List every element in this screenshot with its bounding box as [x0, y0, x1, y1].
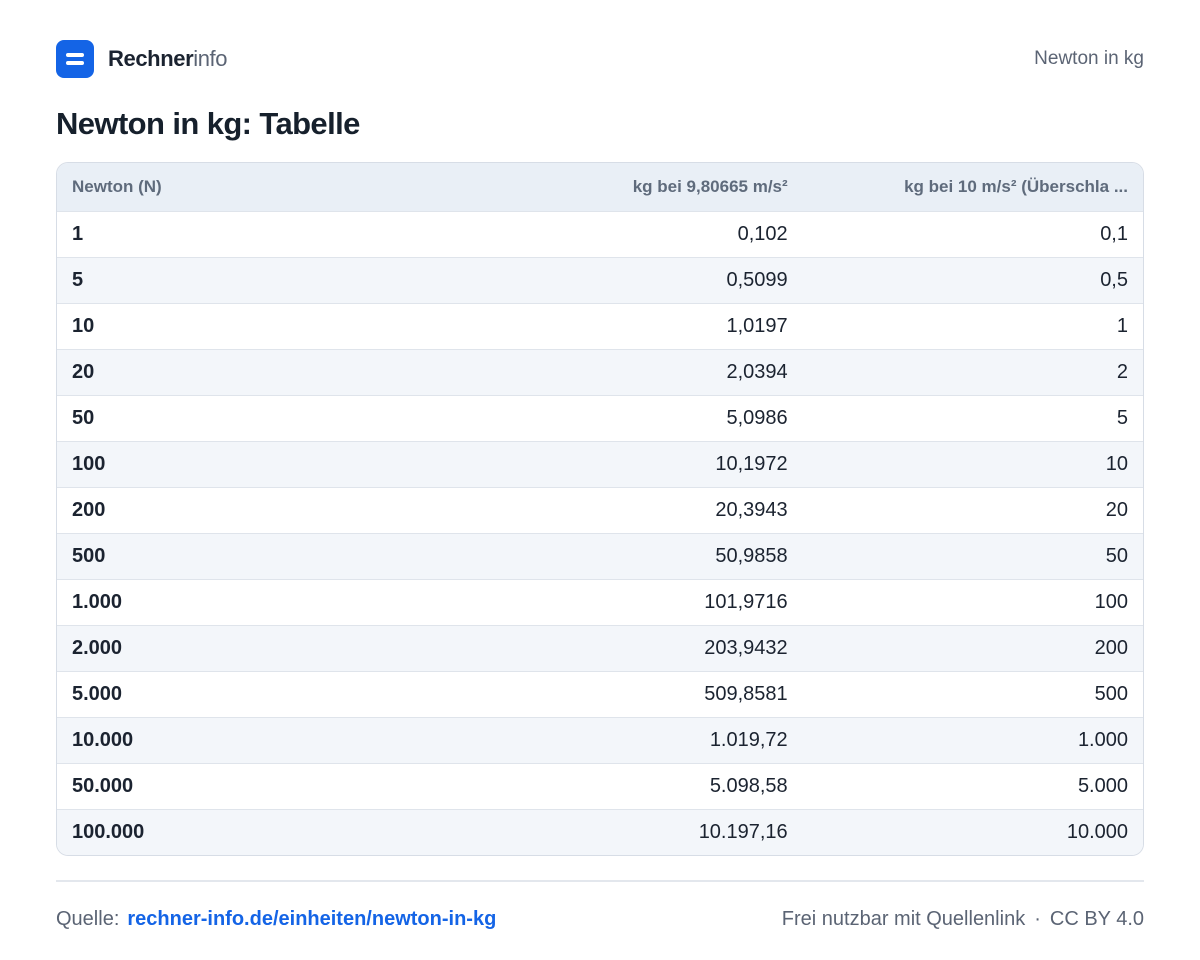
- table-row: 50 5,0986 5: [57, 395, 1143, 441]
- table-row: 100 10,1972 10: [57, 441, 1143, 487]
- footer: Quelle: rechner-info.de/einheiten/newton-…: [56, 900, 1144, 938]
- cell-kg-approx: 0,5: [1100, 268, 1128, 291]
- table-row: 10 1,0197 1: [57, 303, 1143, 349]
- column-header-kg-approx: kg bei 10 m/s² (Überschla ...: [904, 176, 1128, 196]
- cell-kg-approx: 500: [1094, 682, 1128, 705]
- table-row: 500 50,9858 50: [57, 533, 1143, 579]
- site-header: Rechnerinfo Newton in kg: [56, 40, 1144, 78]
- cell-kg-exact: 10.197,16: [698, 820, 788, 843]
- cell-newton: 100: [72, 452, 106, 475]
- cell-kg-exact: 50,9858: [715, 544, 788, 567]
- license-text: Frei nutzbar mit Quellenlink: [781, 908, 1026, 930]
- cell-kg-approx: 20: [1105, 498, 1128, 521]
- cell-newton: 1: [72, 222, 84, 245]
- table-row: 5 0,5099 0,5: [57, 257, 1143, 303]
- table-row: 100.000 10.197,16 10.000: [57, 809, 1143, 855]
- cell-kg-exact: 0,102: [737, 222, 788, 245]
- cell-kg-exact: 1.019,72: [709, 728, 788, 751]
- cell-kg-exact: 2,0394: [726, 360, 788, 383]
- cell-newton: 50: [72, 406, 95, 429]
- cell-newton: 5: [72, 268, 84, 291]
- page-title: Newton in kg: Tabelle: [56, 106, 360, 141]
- cell-kg-exact: 10,1972: [715, 452, 788, 475]
- table-row: 10.000 1.019,72 1.000: [57, 717, 1143, 763]
- cell-newton: 2.000: [72, 636, 123, 659]
- table-row: 20 2,0394 2: [57, 349, 1143, 395]
- license-info: Frei nutzbar mit Quellenlink · CC BY 4.0: [782, 900, 1144, 938]
- cell-kg-approx: 2: [1116, 360, 1128, 383]
- cell-newton: 50.000: [72, 774, 134, 797]
- source-label: Quelle:: [56, 908, 120, 930]
- cell-kg-exact: 1,0197: [726, 314, 788, 337]
- footer-divider: [56, 880, 1144, 882]
- cell-kg-exact: 5,0986: [726, 406, 788, 429]
- brand-name: Rechnerinfo: [108, 40, 228, 78]
- cell-newton: 20: [72, 360, 95, 383]
- table-row: 5.000 509,8581 500: [57, 671, 1143, 717]
- cell-kg-approx: 1.000: [1077, 728, 1128, 751]
- cell-kg-approx: 10.000: [1066, 820, 1128, 843]
- table-row: 2.000 203,9432 200: [57, 625, 1143, 671]
- cell-kg-exact: 203,9432: [704, 636, 788, 659]
- header-nav-link[interactable]: Newton in kg: [1034, 40, 1144, 78]
- separator-dot: ·: [1034, 908, 1041, 930]
- cell-kg-exact: 509,8581: [704, 682, 788, 705]
- cell-newton: 1.000: [72, 590, 123, 613]
- cell-kg-approx: 100: [1094, 590, 1128, 613]
- brand-logo[interactable]: Rechnerinfo: [56, 40, 228, 78]
- table-row: 1 0,102 0,1: [57, 211, 1143, 257]
- conversion-table: Newton (N) kg bei 9,80665 m/s² kg bei 10…: [56, 162, 1144, 856]
- cell-kg-approx: 0,1: [1100, 222, 1128, 245]
- table-body: 1 0,102 0,1 5 0,5099 0,5 10 1,0197 1 20 2,0394 2 50 5…: [57, 211, 1143, 855]
- source-info: Quelle: rechner-info.de/einheiten/newton-…: [56, 900, 496, 938]
- cell-newton: 100.000: [72, 820, 145, 843]
- table-header-row: Newton (N) kg bei 9,80665 m/s² kg bei 10…: [57, 163, 1143, 211]
- cell-kg-exact: 5.098,58: [709, 774, 788, 797]
- table-row: 1.000 101,9716 100: [57, 579, 1143, 625]
- logo-icon: [56, 40, 94, 78]
- cell-newton: 5.000: [72, 682, 123, 705]
- cell-kg-approx: 50: [1105, 544, 1128, 567]
- table-row: 50.000 5.098,58 5.000: [57, 763, 1143, 809]
- cell-kg-approx: 200: [1094, 636, 1128, 659]
- brand-name-strong: Rechner: [108, 46, 194, 71]
- cell-newton: 10: [72, 314, 95, 337]
- column-header-newton: Newton (N): [72, 176, 162, 196]
- table-row: 200 20,3943 20: [57, 487, 1143, 533]
- cell-kg-approx: 5: [1116, 406, 1128, 429]
- cell-kg-exact: 101,9716: [704, 590, 788, 613]
- cell-kg-exact: 0,5099: [726, 268, 788, 291]
- cell-newton: 500: [72, 544, 106, 567]
- cell-kg-approx: 1: [1116, 314, 1128, 337]
- cell-newton: 10.000: [72, 728, 134, 751]
- column-header-kg-exact: kg bei 9,80665 m/s²: [632, 176, 788, 196]
- cell-kg-approx: 10: [1105, 452, 1128, 475]
- cell-kg-exact: 20,3943: [715, 498, 788, 521]
- license-badge: CC BY 4.0: [1049, 908, 1144, 930]
- brand-name-light: info: [193, 46, 228, 71]
- cell-newton: 200: [72, 498, 106, 521]
- source-link[interactable]: rechner-info.de/einheiten/newton-in-kg: [127, 908, 496, 930]
- cell-kg-approx: 5.000: [1077, 774, 1128, 797]
